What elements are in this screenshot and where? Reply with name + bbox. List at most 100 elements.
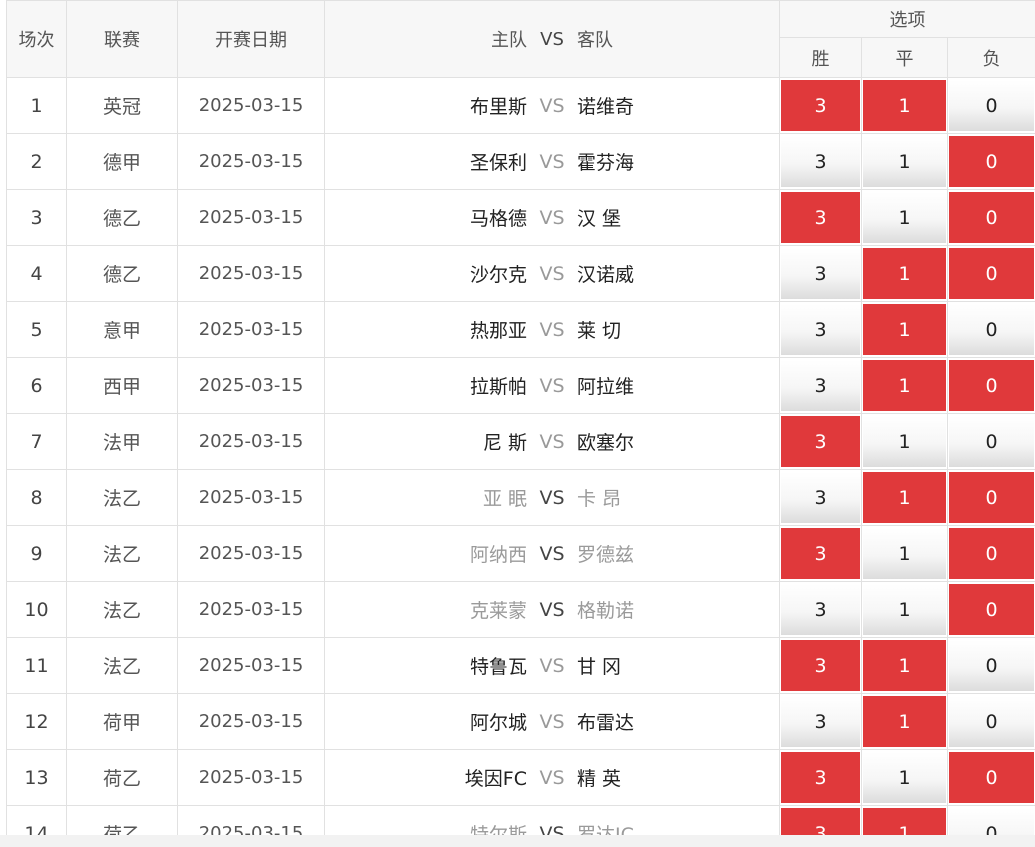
row-league: 德乙 [66, 189, 178, 246]
lose-option-button-cell: 0 [946, 525, 1035, 582]
win-option-button[interactable]: 3 [781, 192, 860, 243]
win-option-button-cell: 3 [779, 693, 862, 750]
vs-label: VS [539, 710, 565, 733]
draw-option-button[interactable]: 1 [863, 584, 946, 635]
row-match-inner: 特鲁瓦 VS 甘 冈 [325, 652, 779, 679]
home-team: 特鲁瓦 [469, 656, 527, 678]
win-option-button[interactable]: 3 [781, 584, 860, 635]
row-session: 1 [6, 77, 67, 134]
win-option-button[interactable]: 3 [781, 136, 860, 187]
draw-option-button[interactable]: 1 [863, 80, 946, 131]
away-team: 罗德兹 [577, 544, 635, 566]
win-option-button-cell: 3 [779, 245, 862, 302]
lose-option-button[interactable]: 0 [949, 584, 1035, 635]
draw-option-button-cell: 1 [861, 413, 948, 470]
table-row: 10 法乙 2025-03-15 克莱蒙 VS 格勒诺 3 1 0 [6, 581, 1035, 638]
lose-option-button[interactable]: 0 [949, 640, 1035, 691]
vs-label: VS [539, 206, 565, 229]
header-win: 胜 [779, 37, 862, 78]
vs-label: VS [539, 822, 565, 836]
away-team: 莱 切 [577, 320, 622, 342]
home-team: 尼 斯 [482, 432, 527, 454]
row-match: 阿尔城 VS 布雷达 [324, 693, 780, 750]
lose-option-button-cell: 0 [946, 413, 1035, 470]
draw-option-button-cell: 1 [861, 77, 948, 134]
lose-option-button-cell: 0 [946, 301, 1035, 358]
horizontal-scrollbar-track[interactable] [0, 835, 1035, 847]
row-date: 2025-03-15 [177, 189, 325, 246]
row-date: 2025-03-15 [177, 301, 325, 358]
win-option-button-cell: 3 [779, 637, 862, 694]
row-session: 4 [6, 245, 67, 302]
row-league: 荷乙 [66, 805, 178, 835]
lose-option-button[interactable]: 0 [949, 752, 1035, 803]
lose-option-button[interactable]: 0 [949, 136, 1035, 187]
row-session: 9 [6, 525, 67, 582]
row-date: 2025-03-15 [177, 77, 325, 134]
row-league: 荷甲 [66, 693, 178, 750]
win-option-button-cell: 3 [779, 77, 862, 134]
win-option-button[interactable]: 3 [781, 80, 860, 131]
row-session: 8 [6, 469, 67, 526]
lose-option-button[interactable]: 0 [949, 248, 1035, 299]
draw-option-button-cell: 1 [861, 749, 948, 806]
lose-option-button[interactable]: 0 [949, 528, 1035, 579]
row-session: 5 [6, 301, 67, 358]
lose-option-button[interactable]: 0 [949, 80, 1035, 131]
vs-label: VS [539, 654, 565, 677]
win-option-button[interactable]: 3 [781, 640, 860, 691]
row-league: 法乙 [66, 637, 178, 694]
lose-option-button[interactable]: 0 [949, 808, 1035, 835]
row-match: 埃因FC VS 精 英 [324, 749, 780, 806]
draw-option-button[interactable]: 1 [863, 248, 946, 299]
table-row: 14 荷乙 2025-03-15 特尔斯 VS 罗达JC 3 1 0 [6, 805, 1035, 836]
win-option-button[interactable]: 3 [781, 752, 860, 803]
win-option-button[interactable]: 3 [781, 360, 860, 411]
draw-option-button[interactable]: 1 [863, 696, 946, 747]
header-match: 主队 VS 客队 [324, 0, 780, 78]
away-team: 阿拉维 [577, 376, 635, 398]
row-match: 克莱蒙 VS 格勒诺 [324, 581, 780, 638]
win-option-button[interactable]: 3 [781, 248, 860, 299]
win-option-button[interactable]: 3 [781, 416, 860, 467]
lose-option-button[interactable]: 0 [949, 696, 1035, 747]
table-row: 13 荷乙 2025-03-15 埃因FC VS 精 英 310 [6, 749, 1035, 806]
lose-option-button[interactable]: 0 [949, 360, 1035, 411]
row-date: 2025-03-15 [177, 469, 325, 526]
win-option-button[interactable]: 3 [781, 304, 860, 355]
draw-option-button[interactable]: 1 [863, 360, 946, 411]
draw-option-button-cell: 1 [861, 581, 948, 638]
draw-option-button[interactable]: 1 [863, 808, 946, 835]
row-match-inner: 埃因FC VS 精 英 [325, 764, 779, 791]
row-match-inner: 克莱蒙 VS 格勒诺 [325, 596, 779, 623]
draw-option-button[interactable]: 1 [863, 416, 946, 467]
row-match-inner: 尼 斯 VS 欧塞尔 [325, 428, 779, 455]
lose-option-button[interactable]: 0 [949, 472, 1035, 523]
win-option-button[interactable]: 3 [781, 472, 860, 523]
lose-option-button[interactable]: 0 [949, 416, 1035, 467]
lose-option-button[interactable]: 0 [949, 192, 1035, 243]
row-league: 法乙 [66, 525, 178, 582]
row-league: 英冠 [66, 77, 178, 134]
draw-option-button[interactable]: 1 [863, 640, 946, 691]
home-team: 阿尔城 [469, 712, 527, 734]
draw-option-button[interactable]: 1 [863, 752, 946, 803]
win-option-button-cell: 3 [779, 581, 862, 638]
header-away: 客队 [577, 30, 613, 51]
win-option-button[interactable]: 3 [781, 808, 860, 835]
header-draw: 平 [861, 37, 948, 78]
lose-option-button-cell: 0 [946, 77, 1035, 134]
draw-option-button[interactable]: 1 [863, 192, 946, 243]
draw-option-button[interactable]: 1 [863, 304, 946, 355]
win-option-button[interactable]: 3 [781, 696, 860, 747]
lose-option-button[interactable]: 0 [949, 304, 1035, 355]
draw-option-button[interactable]: 1 [863, 528, 946, 579]
row-match-inner: 马格德 VS 汉 堡 [325, 204, 779, 231]
row-date: 2025-03-15 [177, 413, 325, 470]
row-session: 13 [6, 749, 67, 806]
table-row: 6 西甲 2025-03-15 拉斯帕 VS 阿拉维 3 1 0 [6, 357, 1035, 414]
draw-option-button[interactable]: 1 [863, 136, 946, 187]
draw-option-button-cell: 1 [861, 189, 948, 246]
draw-option-button[interactable]: 1 [863, 472, 946, 523]
win-option-button[interactable]: 3 [781, 528, 860, 579]
